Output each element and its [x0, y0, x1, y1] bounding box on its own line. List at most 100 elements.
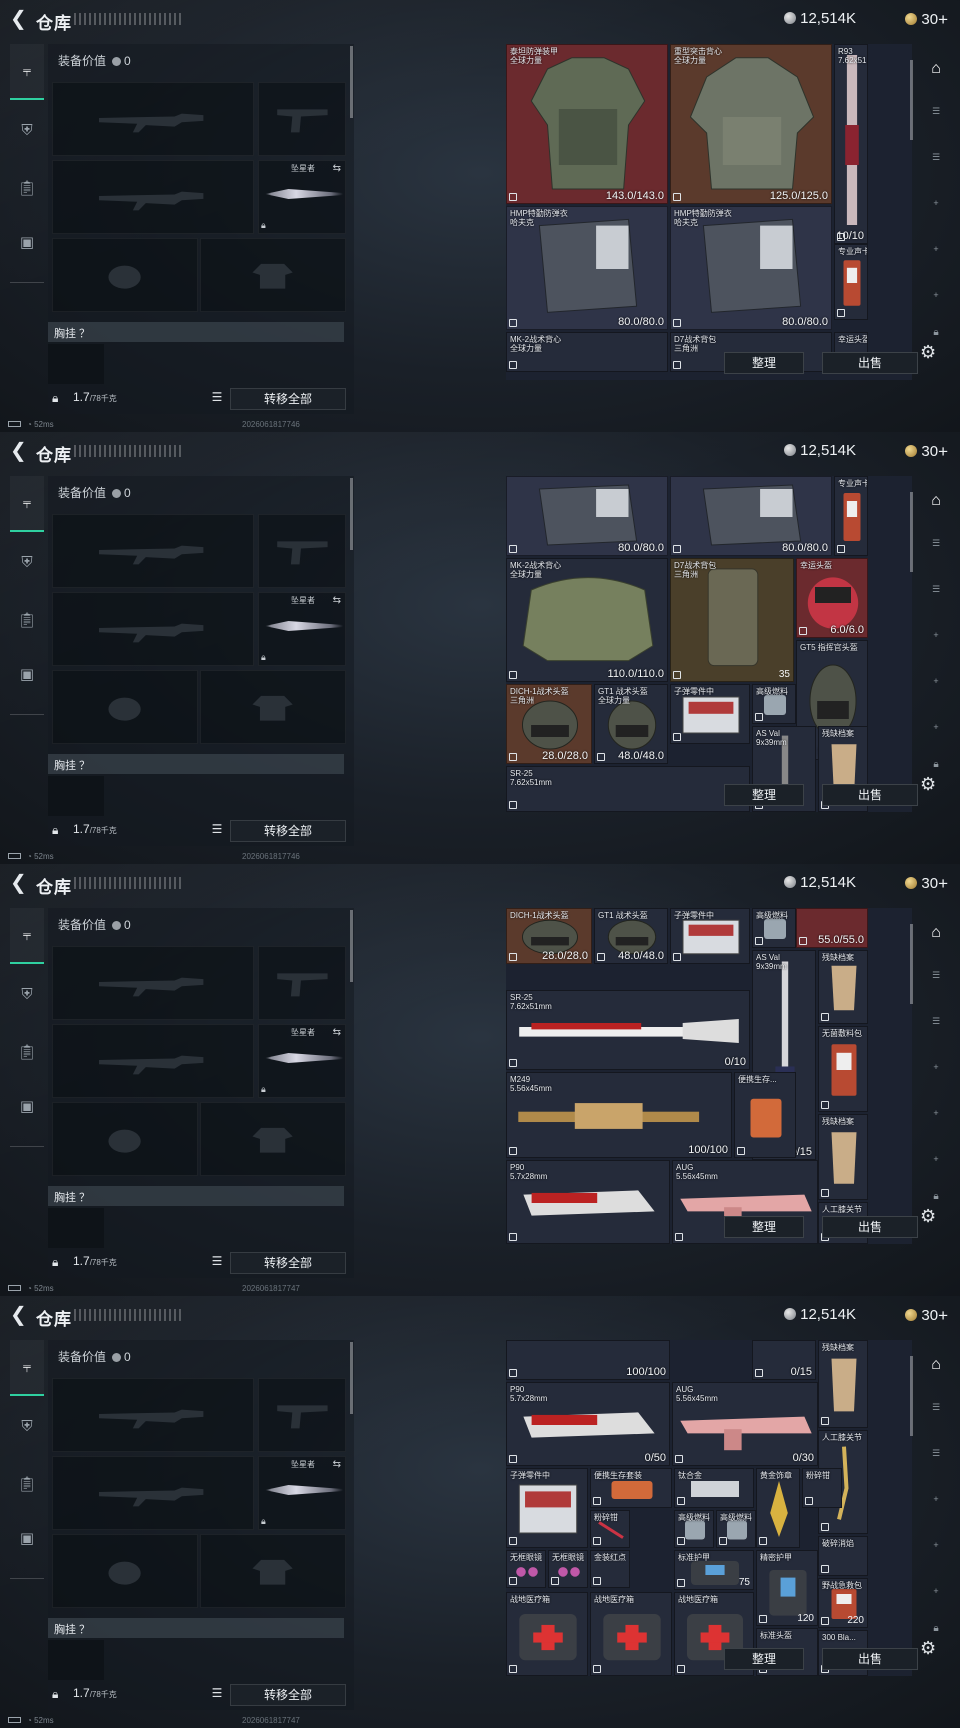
stash-item[interactable]: 破碎消焰 — [818, 1536, 868, 1576]
add-page-icon[interactable]: + — [920, 282, 952, 308]
add-page-icon[interactable]: + — [920, 1100, 952, 1126]
stash-home-icon[interactable]: ⌂ — [920, 56, 952, 82]
stash-item[interactable]: 子弹零件中 — [670, 684, 750, 744]
stash-page-tab[interactable]: ☰ — [920, 1008, 952, 1034]
stash-item[interactable]: 无框眼镜 — [506, 1550, 546, 1588]
stash-page-tab[interactable]: ☰ — [920, 530, 952, 556]
helmet-slot[interactable] — [52, 1102, 198, 1176]
tab-toolbox[interactable]: ▣ — [10, 214, 44, 270]
swap-icon[interactable]: ⇆ — [333, 595, 341, 606]
stash-item[interactable]: P90 5.7x28mm — [506, 1160, 670, 1244]
stash-item[interactable]: 55.0/55.0 — [796, 908, 868, 948]
stash-item[interactable]: GT1 战术头盔 48.0/48.0 — [594, 908, 668, 964]
gear-icon[interactable]: ⚙ — [920, 1206, 936, 1227]
stash-item[interactable]: 100/100 — [506, 1340, 670, 1380]
melee-slot[interactable]: 坠星者 ⇆ 🔒︎ — [258, 1024, 346, 1098]
stash-item[interactable]: HMP特勤防弹衣 哈夫克 80.0/80.0 — [506, 206, 668, 330]
stash-item[interactable]: 幸运头盔 6.0/6.0 — [796, 558, 868, 638]
stash-scrollbar[interactable] — [910, 1356, 913, 1436]
stash-page-tab[interactable]: ☰ — [920, 1440, 952, 1466]
stash-page-tab[interactable]: ☰ — [920, 962, 952, 988]
secondary-weapon-slot[interactable] — [52, 160, 254, 234]
stash-item[interactable]: DICH-1战术头盔 28.0/28.0 — [506, 908, 592, 964]
stash-item[interactable]: MK-2战术背心 全球力量 110.0/110.0 — [506, 558, 668, 682]
stash-item[interactable]: DICH-1战术头盔 三角洲 28.0/28.0 — [506, 684, 592, 764]
gear-icon[interactable]: ⚙ — [920, 1638, 936, 1659]
stash-item[interactable]: 专业声卡 — [834, 244, 868, 320]
stash-item[interactable]: 粉碎钳 — [590, 1510, 630, 1548]
tab-weapons[interactable]: ⫧ — [10, 1340, 44, 1396]
tab-toolbox[interactable]: ▣ — [10, 646, 44, 702]
gear-icon[interactable]: ⚙ — [920, 774, 936, 795]
stash-item[interactable]: 便携生存... — [734, 1072, 796, 1158]
stash-item[interactable]: 子弹零件中 — [506, 1468, 588, 1548]
tab-armor[interactable]: ⛨ — [10, 102, 44, 158]
armor-slot[interactable] — [200, 238, 346, 312]
melee-slot[interactable]: 坠星者 ⇆ 🔒︎ — [258, 160, 346, 234]
gold-currency[interactable]: 30+ — [905, 10, 948, 30]
add-page-icon[interactable]: + — [920, 1486, 952, 1512]
stash-item[interactable]: 金装红点 — [590, 1550, 630, 1588]
tab-armor[interactable]: ⛨ — [10, 1398, 44, 1454]
stash-grid[interactable]: 80.0/80.0 80.0/80.0 专业声卡 MK-2战术背心 全球力量 1… — [506, 476, 912, 812]
stash-item[interactable]: SR-25 7.62x51mm — [506, 766, 750, 812]
stash-item[interactable]: 高级燃料 — [752, 908, 796, 948]
stash-page-tab[interactable]: ☰ — [920, 98, 952, 124]
stash-scrollbar[interactable] — [910, 60, 913, 140]
chest-rig-slot[interactable] — [48, 776, 104, 816]
armor-slot[interactable] — [200, 670, 346, 744]
list-icon[interactable]: ☰ — [208, 1252, 226, 1270]
stash-item[interactable]: 黄金饰章 — [756, 1468, 800, 1548]
stash-item[interactable]: SR-25 7.62x51mm 0/10 — [506, 990, 750, 1070]
stash-item[interactable]: GT1 战术头盔 全球力量 48.0/48.0 — [594, 684, 668, 764]
stash-item[interactable]: 战地医疗箱 — [590, 1592, 672, 1676]
secondary-weapon-slot[interactable] — [52, 1024, 254, 1098]
stash-item[interactable]: 残缺档案 — [818, 1114, 868, 1200]
stash-home-icon[interactable]: ⌂ — [920, 1352, 952, 1378]
stash-item[interactable]: 0/15 — [752, 1340, 816, 1380]
transfer-all-button[interactable]: 转移全部 — [230, 388, 346, 410]
chest-rig-slot[interactable] — [48, 344, 104, 384]
gold-currency[interactable]: 30+ — [905, 1306, 948, 1326]
stash-item[interactable]: 无菌敷料包 — [818, 1026, 868, 1112]
tab-armor[interactable]: ⛨ — [10, 966, 44, 1022]
sort-button[interactable]: 整理 — [724, 1216, 804, 1238]
add-page-icon[interactable]: + — [920, 668, 952, 694]
stash-item[interactable]: P90 5.7x28mm 0/50 — [506, 1382, 670, 1466]
sort-button[interactable]: 整理 — [724, 784, 804, 806]
add-currency-icon[interactable]: + — [938, 442, 948, 461]
primary-weapon-slot[interactable] — [52, 946, 254, 1020]
stash-grid[interactable]: 100/100 0/15 残缺档案 P90 5.7x28mm 0/50 AUG … — [506, 1340, 912, 1676]
loadout-scrollbar[interactable] — [350, 1342, 353, 1414]
loadout-scrollbar[interactable] — [350, 46, 353, 118]
stash-item[interactable]: 残缺档案 — [818, 950, 868, 1024]
armor-slot[interactable] — [200, 1102, 346, 1176]
tab-clipboard[interactable]: 📋︎ — [10, 592, 44, 648]
add-currency-icon[interactable]: + — [938, 874, 948, 893]
helmet-slot[interactable] — [52, 1534, 198, 1608]
stash-grid[interactable]: DICH-1战术头盔 28.0/28.0 GT1 战术头盔 48.0/48.0 … — [506, 908, 912, 1244]
stash-scrollbar[interactable] — [910, 924, 913, 1004]
stash-item[interactable]: 便携生存套装 — [590, 1468, 672, 1508]
swap-icon[interactable]: ⇆ — [333, 1459, 341, 1470]
add-currency-icon[interactable]: + — [938, 1306, 948, 1325]
sell-button[interactable]: 出售 — [822, 352, 918, 374]
stash-item[interactable]: 精密护甲 120 — [756, 1550, 818, 1626]
add-page-icon[interactable]: + — [920, 714, 952, 740]
tab-weapons[interactable]: ⫧ — [10, 908, 44, 964]
transfer-all-button[interactable]: 转移全部 — [230, 820, 346, 842]
stash-item[interactable]: 重型突击背心 全球力量 125.0/125.0 — [670, 44, 832, 204]
sort-button[interactable]: 整理 — [724, 1648, 804, 1670]
list-icon[interactable]: ☰ — [208, 820, 226, 838]
stash-home-icon[interactable]: ⌂ — [920, 920, 952, 946]
stash-item[interactable]: 80.0/80.0 — [670, 476, 832, 556]
secondary-weapon-slot[interactable] — [52, 1456, 254, 1530]
pistol-slot[interactable] — [258, 1378, 346, 1452]
primary-weapon-slot[interactable] — [52, 514, 254, 588]
stash-item[interactable]: HMP特勤防弹衣 哈夫克 80.0/80.0 — [670, 206, 832, 330]
melee-slot[interactable]: 坠星者 ⇆ 🔒︎ — [258, 1456, 346, 1530]
list-icon[interactable]: ☰ — [208, 388, 226, 406]
stash-item[interactable]: 钛合金 — [674, 1468, 754, 1508]
add-page-icon[interactable]: + — [920, 1054, 952, 1080]
pistol-slot[interactable] — [258, 82, 346, 156]
